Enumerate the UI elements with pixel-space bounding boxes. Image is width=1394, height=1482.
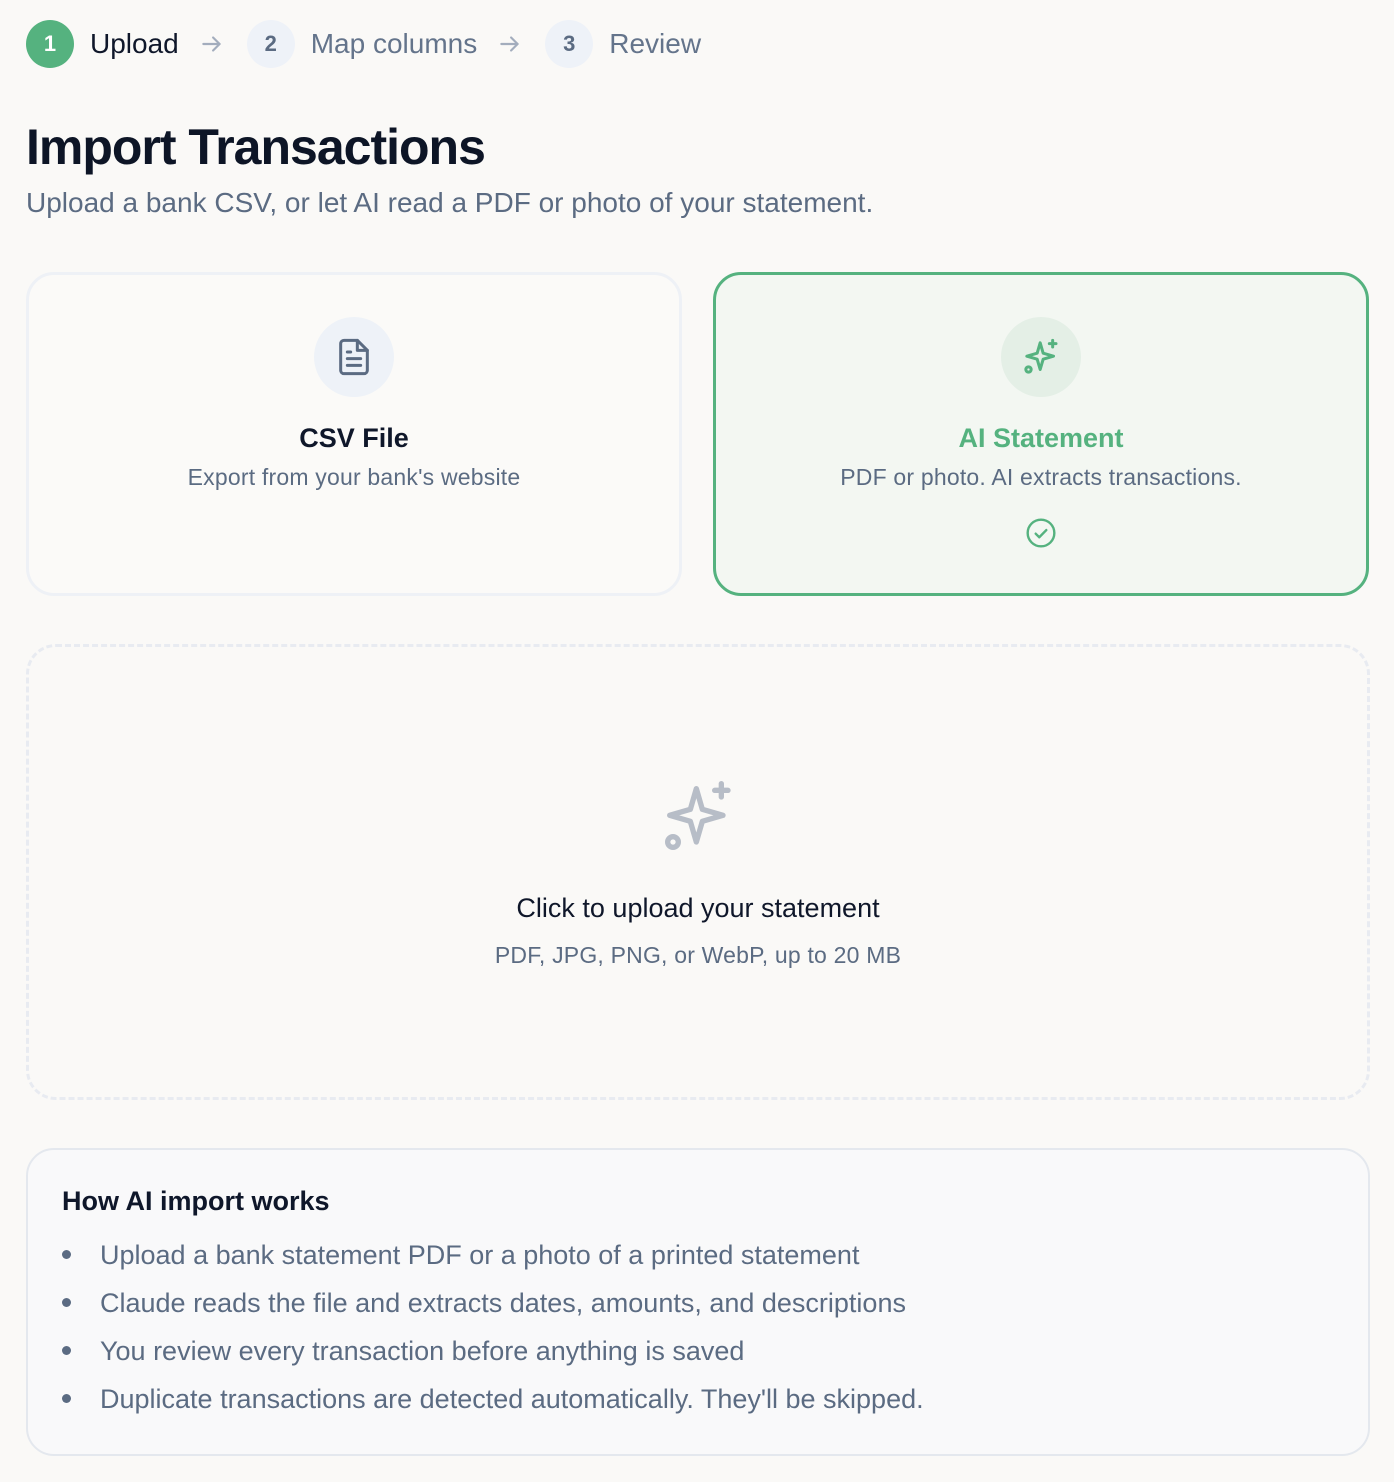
page-title: Import Transactions bbox=[26, 119, 486, 175]
arrow-right-icon bbox=[497, 31, 523, 57]
page-subtitle: Upload a bank CSV, or let AI read a PDF … bbox=[26, 187, 874, 218]
bullet bbox=[62, 1394, 71, 1403]
step-map-columns[interactable]: 2 Map columns bbox=[246, 20, 478, 68]
check-circle-icon bbox=[1026, 518, 1056, 548]
bullet bbox=[62, 1346, 71, 1355]
step-upload[interactable]: 1 Upload bbox=[26, 20, 179, 68]
step-review[interactable]: 3 Review bbox=[545, 20, 701, 68]
sparkles-icon bbox=[665, 781, 731, 850]
csv-option-description: Export from your bank's website bbox=[187, 464, 521, 490]
ai-import-info-box: How AI import works Upload a bank statem… bbox=[26, 1148, 1370, 1456]
bullet bbox=[62, 1298, 71, 1307]
import-stepper: 1 Upload 2 Map columns 3 Review bbox=[26, 20, 701, 68]
info-list-item: You review every transaction before anyt… bbox=[62, 1333, 1334, 1381]
info-list-item: Duplicate transactions are detected auto… bbox=[62, 1381, 1334, 1429]
step-label-map-columns: Map columns bbox=[310, 28, 478, 59]
sparkles-icon bbox=[1001, 317, 1081, 397]
dropzone-subtitle: PDF, JPG, PNG, or WebP, up to 20 MB bbox=[494, 942, 902, 968]
csv-file-option-card[interactable]: CSV File Export from your bank's website bbox=[26, 272, 682, 596]
info-list-item: Upload a bank statement PDF or a photo o… bbox=[62, 1237, 1334, 1285]
ai-option-title: AI Statement bbox=[958, 423, 1124, 453]
step-number-2: 2 bbox=[246, 20, 295, 68]
arrow-right-icon bbox=[199, 31, 225, 57]
info-item-text: Duplicate transactions are detected auto… bbox=[100, 1384, 924, 1414]
step-label-upload: Upload bbox=[90, 28, 179, 59]
ai-option-description: PDF or photo. AI extracts transactions. bbox=[840, 464, 1242, 490]
info-item-text: Claude reads the file and extracts dates… bbox=[100, 1288, 906, 1318]
statement-upload-dropzone[interactable]: Click to upload your statement PDF, JPG,… bbox=[26, 644, 1370, 1100]
dropzone-title: Click to upload your statement bbox=[516, 893, 880, 923]
step-number-1: 1 bbox=[26, 20, 74, 68]
file-text-icon bbox=[314, 317, 394, 397]
ai-statement-option-card[interactable]: AI Statement PDF or photo. AI extracts t… bbox=[713, 272, 1369, 596]
info-list-item: Claude reads the file and extracts dates… bbox=[62, 1285, 1334, 1333]
info-item-text: Upload a bank statement PDF or a photo o… bbox=[100, 1240, 860, 1270]
bullet bbox=[62, 1250, 71, 1259]
info-title: How AI import works bbox=[62, 1186, 330, 1216]
step-label-review: Review bbox=[609, 28, 702, 59]
step-number-3: 3 bbox=[545, 20, 594, 68]
info-item-text: You review every transaction before anyt… bbox=[100, 1336, 745, 1366]
csv-option-title: CSV File bbox=[299, 423, 409, 453]
info-list: Upload a bank statement PDF or a photo o… bbox=[62, 1237, 1334, 1429]
